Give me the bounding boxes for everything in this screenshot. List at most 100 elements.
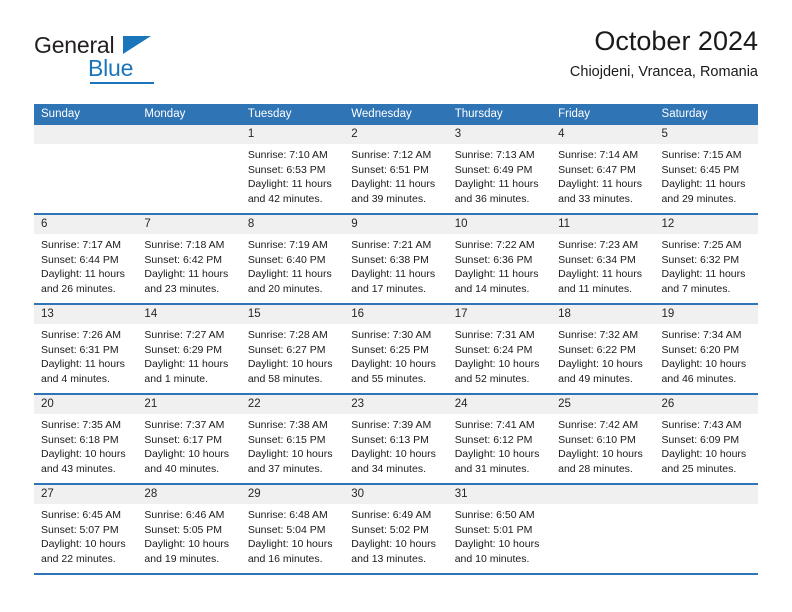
day-details: Sunrise: 6:48 AM Sunset: 5:04 PM Daylight:… <box>241 504 344 566</box>
calendar-day-cell[interactable]: 29 Sunrise: 6:48 AM Sunset: 5:04 PM Dayligh… <box>240 483 345 573</box>
day-daylight-a-text: Daylight: 11 hours <box>247 268 332 280</box>
calendar-day-cell[interactable]: 10 Sunrise: 7:22 AM Sunset: 6:36 PM Dayligh… <box>447 213 552 304</box>
calendar-empty-cell <box>654 483 758 573</box>
day-cell-inner: 22 Sunrise: 7:38 AM Sunset: 6:15 PM Dayligh… <box>240 395 345 483</box>
calendar-day-cell[interactable]: 26 Sunrise: 7:43 AM Sunset: 6:09 PM Dayligh… <box>654 393 758 484</box>
day-daylight-b-text: and 34 minutes. <box>351 462 426 475</box>
calendar-day-cell[interactable]: 25 Sunrise: 7:42 AM Sunset: 6:10 PM Dayligh… <box>551 393 655 484</box>
day-sunrise-text: Sunrise: 7:13 AM <box>454 149 535 161</box>
calendar-week-row: 20 Sunrise: 7:35 AM Sunset: 6:18 PM Dayligh… <box>34 393 758 484</box>
page-title: October 2024 <box>594 26 758 56</box>
calendar-day-cell[interactable]: 1 Sunrise: 7:10 AM Sunset: 6:53 PM Daylight… <box>240 125 345 214</box>
day-daylight-b-text: and 17 minutes. <box>351 282 426 295</box>
day-cell-inner: 31 Sunrise: 6:50 AM Sunset: 5:01 PM Dayligh… <box>447 485 552 573</box>
calendar-day-cell[interactable]: 20 Sunrise: 7:35 AM Sunset: 6:18 PM Dayligh… <box>34 393 138 484</box>
calendar-day-cell[interactable]: 11 Sunrise: 7:23 AM Sunset: 6:34 PM Dayligh… <box>551 213 655 304</box>
day-sunset-text: Sunset: 6:42 PM <box>144 253 223 266</box>
day-daylight-a-text: Daylight: 11 hours <box>558 178 642 190</box>
day-details: Sunrise: 7:14 AM Sunset: 6:47 PM Daylight:… <box>551 144 654 206</box>
day-daylight-a-text: Daylight: 10 hours <box>144 538 230 550</box>
day-details: Sunrise: 7:28 AM Sunset: 6:27 PM Daylight:… <box>241 324 344 386</box>
day-daylight-b-text: and 4 minutes. <box>41 372 110 385</box>
calendar-day-cell[interactable]: 3 Sunrise: 7:13 AM Sunset: 6:49 PM Daylight… <box>447 125 552 214</box>
day-sunrise-text: Sunrise: 7:12 AM <box>351 149 432 161</box>
day-daylight-b-text: and 7 minutes. <box>661 282 731 295</box>
day-daylight-a-text: Daylight: 11 hours <box>144 268 229 280</box>
day-number: 12 <box>654 215 758 234</box>
day-cell-inner: 6 Sunrise: 7:17 AM Sunset: 6:44 PM Daylight… <box>34 215 138 303</box>
calendar-day-cell[interactable]: 17 Sunrise: 7:31 AM Sunset: 6:24 PM Dayligh… <box>447 303 552 394</box>
day-sunrise-text: Sunrise: 7:23 AM <box>558 239 639 251</box>
day-cell-inner: 20 Sunrise: 7:35 AM Sunset: 6:18 PM Dayligh… <box>34 395 138 483</box>
day-daylight-a-text: Daylight: 11 hours <box>558 268 642 280</box>
day-daylight-a-text: Daylight: 11 hours <box>454 178 539 190</box>
day-details: Sunrise: 7:26 AM Sunset: 6:31 PM Daylight:… <box>34 324 137 386</box>
day-details: Sunrise: 7:10 AM Sunset: 6:53 PM Daylight:… <box>241 144 344 206</box>
calendar-day-cell[interactable]: 28 Sunrise: 6:46 AM Sunset: 5:05 PM Dayligh… <box>137 483 241 573</box>
calendar-day-cell[interactable]: 19 Sunrise: 7:34 AM Sunset: 6:20 PM Dayligh… <box>654 303 758 394</box>
day-cell-inner: 5 Sunrise: 7:15 AM Sunset: 6:45 PM Daylight… <box>654 125 758 213</box>
day-sunset-text: Sunset: 6:34 PM <box>558 253 636 266</box>
calendar-day-cell[interactable]: 18 Sunrise: 7:32 AM Sunset: 6:22 PM Dayligh… <box>551 303 655 394</box>
calendar-day-cell[interactable]: 22 Sunrise: 7:38 AM Sunset: 6:15 PM Dayligh… <box>240 393 345 484</box>
day-sunset-text: Sunset: 6:49 PM <box>454 163 533 176</box>
day-daylight-b-text: and 42 minutes. <box>247 192 323 205</box>
day-sunrise-text: Sunrise: 7:32 AM <box>558 329 639 341</box>
day-number: 29 <box>240 485 345 504</box>
day-number: 8 <box>240 215 345 234</box>
calendar-day-cell[interactable]: 23 Sunrise: 7:39 AM Sunset: 6:13 PM Dayligh… <box>344 393 448 484</box>
day-number: 7 <box>137 215 241 234</box>
day-daylight-a-text: Daylight: 11 hours <box>661 268 746 280</box>
calendar-day-cell[interactable]: 27 Sunrise: 6:45 AM Sunset: 5:07 PM Dayligh… <box>34 483 138 573</box>
day-details: Sunrise: 6:49 AM Sunset: 5:02 PM Daylight:… <box>344 504 447 566</box>
day-cell-inner: 11 Sunrise: 7:23 AM Sunset: 6:34 PM Dayligh… <box>551 215 655 303</box>
calendar-day-cell[interactable]: 5 Sunrise: 7:15 AM Sunset: 6:45 PM Daylight… <box>654 125 758 214</box>
calendar-day-cell[interactable]: 6 Sunrise: 7:17 AM Sunset: 6:44 PM Daylight… <box>34 213 138 304</box>
calendar-day-cell[interactable]: 12 Sunrise: 7:25 AM Sunset: 6:32 PM Dayligh… <box>654 213 758 304</box>
calendar-day-cell[interactable]: 14 Sunrise: 7:27 AM Sunset: 6:29 PM Dayligh… <box>137 303 241 394</box>
calendar-day-cell[interactable]: 4 Sunrise: 7:14 AM Sunset: 6:47 PM Daylight… <box>551 125 655 214</box>
day-sunrise-text: Sunrise: 7:43 AM <box>661 419 742 431</box>
day-details: Sunrise: 7:27 AM Sunset: 6:29 PM Daylight:… <box>137 324 240 386</box>
day-details: Sunrise: 7:39 AM Sunset: 6:13 PM Daylight:… <box>344 414 447 476</box>
day-number: 19 <box>654 305 758 324</box>
weekday-header-thursday: Thursday <box>447 104 552 125</box>
calendar-day-cell[interactable]: 15 Sunrise: 7:28 AM Sunset: 6:27 PM Dayligh… <box>240 303 345 394</box>
day-details: Sunrise: 6:50 AM Sunset: 5:01 PM Daylight:… <box>448 504 551 566</box>
day-number: 18 <box>551 305 655 324</box>
day-daylight-a-text: Daylight: 11 hours <box>661 178 746 190</box>
calendar-day-cell[interactable]: 13 Sunrise: 7:26 AM Sunset: 6:31 PM Dayligh… <box>34 303 138 394</box>
calendar-day-cell[interactable]: 24 Sunrise: 7:41 AM Sunset: 6:12 PM Dayligh… <box>447 393 552 484</box>
day-details: Sunrise: 7:12 AM Sunset: 6:51 PM Daylight:… <box>344 144 447 206</box>
day-details: Sunrise: 7:41 AM Sunset: 6:12 PM Daylight:… <box>448 414 551 476</box>
day-number <box>34 125 138 144</box>
day-daylight-a-text: Daylight: 11 hours <box>351 178 436 190</box>
day-number: 30 <box>344 485 448 504</box>
day-sunset-text: Sunset: 6:32 PM <box>661 253 740 266</box>
day-number: 25 <box>551 395 655 414</box>
day-sunset-text: Sunset: 5:01 PM <box>454 523 533 536</box>
day-details: Sunrise: 7:37 AM Sunset: 6:17 PM Daylight:… <box>137 414 240 476</box>
calendar-grid: Sunday Monday Tuesday Wednesday Thursday… <box>34 104 758 575</box>
calendar-day-cell[interactable]: 21 Sunrise: 7:37 AM Sunset: 6:17 PM Dayligh… <box>137 393 241 484</box>
day-daylight-b-text: and 40 minutes. <box>144 462 220 475</box>
calendar-day-cell[interactable]: 30 Sunrise: 6:49 AM Sunset: 5:02 PM Dayligh… <box>344 483 448 573</box>
calendar-day-cell[interactable]: 2 Sunrise: 7:12 AM Sunset: 6:51 PM Daylight… <box>344 125 448 214</box>
day-sunrise-text: Sunrise: 7:18 AM <box>144 239 225 251</box>
day-sunset-text: Sunset: 5:04 PM <box>247 523 326 536</box>
day-sunset-text: Sunset: 6:44 PM <box>41 253 119 266</box>
calendar-week-row: 6 Sunrise: 7:17 AM Sunset: 6:44 PM Daylight… <box>34 213 758 304</box>
day-number: 2 <box>344 125 448 144</box>
calendar-day-cell[interactable]: 9 Sunrise: 7:21 AM Sunset: 6:38 PM Daylight… <box>344 213 448 304</box>
calendar-day-cell[interactable]: 31 Sunrise: 6:50 AM Sunset: 5:01 PM Dayligh… <box>447 483 552 573</box>
day-cell-inner: 4 Sunrise: 7:14 AM Sunset: 6:47 PM Daylight… <box>551 125 655 213</box>
calendar-day-cell[interactable]: 8 Sunrise: 7:19 AM Sunset: 6:40 PM Daylight… <box>240 213 345 304</box>
calendar-day-cell[interactable]: 7 Sunrise: 7:18 AM Sunset: 6:42 PM Daylight… <box>137 213 241 304</box>
day-sunset-text: Sunset: 6:38 PM <box>351 253 429 266</box>
calendar-day-cell[interactable]: 16 Sunrise: 7:30 AM Sunset: 6:25 PM Dayligh… <box>344 303 448 394</box>
day-daylight-b-text: and 10 minutes. <box>454 552 530 565</box>
day-sunrise-text: Sunrise: 6:46 AM <box>144 509 225 521</box>
day-cell-inner: 8 Sunrise: 7:19 AM Sunset: 6:40 PM Daylight… <box>240 215 345 303</box>
day-daylight-b-text: and 19 minutes. <box>144 552 220 565</box>
day-number: 10 <box>447 215 552 234</box>
